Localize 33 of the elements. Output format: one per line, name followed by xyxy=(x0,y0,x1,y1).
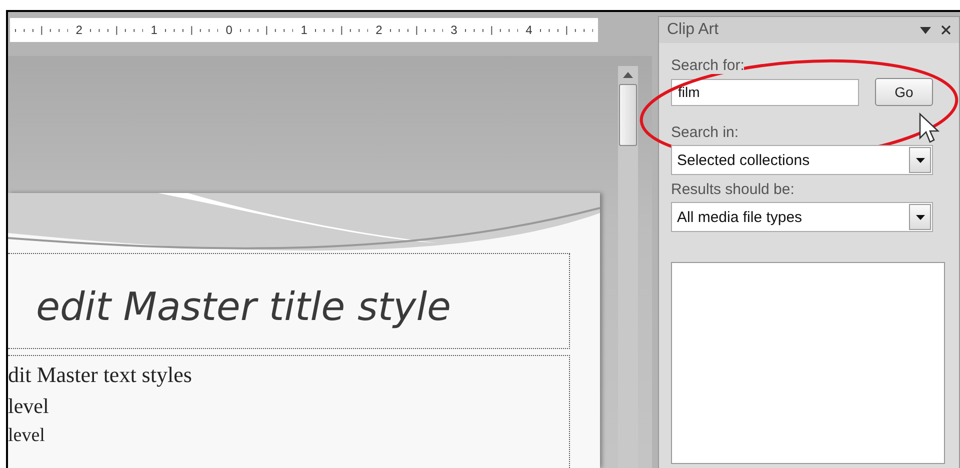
go-button[interactable]: Go xyxy=(875,78,933,106)
dropdown-arrow-icon xyxy=(916,158,924,162)
ruler-number: 2 xyxy=(74,23,84,37)
body-text: level xyxy=(8,394,50,419)
ruler-ticks-drawing xyxy=(464,26,518,34)
media-type-dropdown[interactable]: All media file types xyxy=(671,202,933,232)
ruler-number: 2 xyxy=(374,23,384,37)
scroll-thumb[interactable] xyxy=(619,84,637,146)
slide-title: edit Master title style xyxy=(35,284,452,330)
ruler-ticks-drawing xyxy=(240,26,294,34)
ruler-ticks-drawing xyxy=(15,26,68,34)
ruler-ticks-drawing xyxy=(90,26,144,34)
search-field[interactable]: film xyxy=(671,78,859,106)
ruler-ticks-drawing xyxy=(540,26,594,34)
body-text: dit Master text styles xyxy=(8,362,193,388)
field-label: Search for: xyxy=(671,57,744,74)
ruler-number: 3 xyxy=(450,23,458,37)
pane-title: Clip Art xyxy=(667,21,720,39)
ruler-ticks-drawing xyxy=(164,26,218,34)
close-icon[interactable] xyxy=(941,25,951,35)
dropdown-arrow-icon[interactable] xyxy=(920,26,931,34)
search-in-dropdown[interactable]: Selected collections xyxy=(671,145,933,175)
ruler-ticks-drawing xyxy=(314,26,368,34)
mouse-pointer-icon xyxy=(918,112,940,144)
ruler-number: 1 xyxy=(150,23,158,37)
ruler-number: 4 xyxy=(524,23,534,37)
scroll-up-icon[interactable] xyxy=(623,72,633,78)
ruler-ticks-drawing xyxy=(390,26,444,34)
ruler-number: 0 xyxy=(224,23,234,37)
dropdown-arrow-icon xyxy=(916,214,924,220)
ruler-number: 1 xyxy=(300,23,308,37)
body-text: level xyxy=(8,425,46,447)
vertical-scrollbar[interactable] xyxy=(618,66,638,468)
